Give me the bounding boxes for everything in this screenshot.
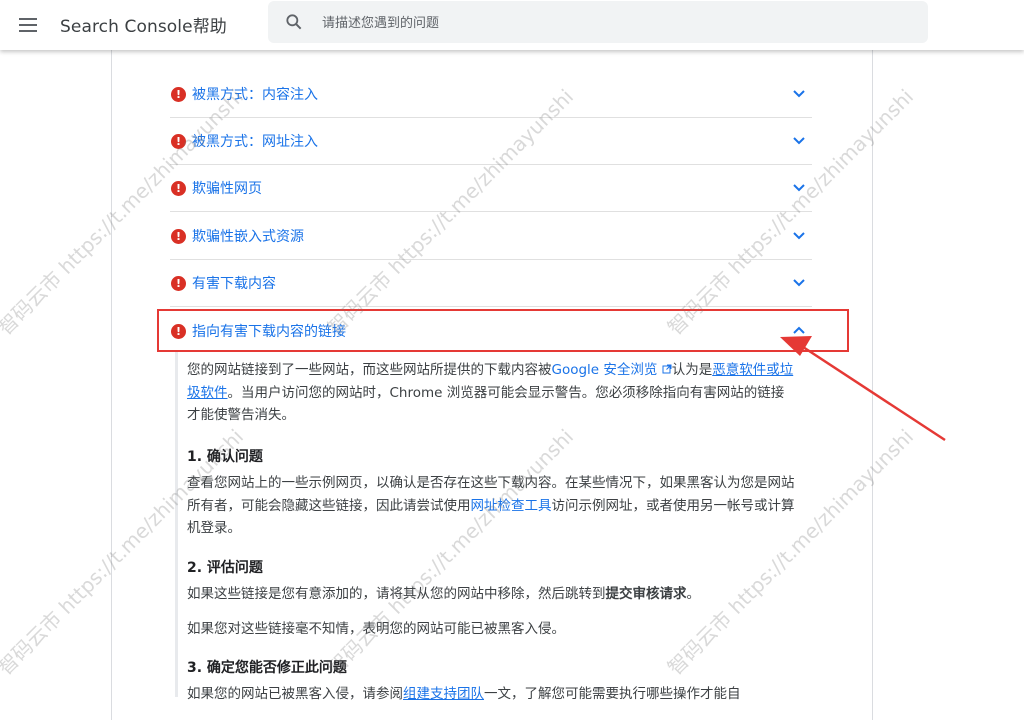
error-icon: ! xyxy=(171,180,186,196)
accordion-item-deceptive-pages[interactable]: ! 欺骗性网页 xyxy=(170,165,812,212)
step2-paragraph: 如果这些链接是您有意添加的，请将其从您的网站中移除，然后跳转到提交审核请求。 xyxy=(187,583,797,606)
submit-review-text: 提交审核请求 xyxy=(605,586,687,602)
top-app-bar: Search Console帮助 xyxy=(0,0,1024,50)
step3-heading: 3. 确定您能否修正此问题 xyxy=(187,660,347,676)
step2-paragraph-2: 如果您对这些链接毫不知情，表明您的网站可能已被黑客入侵。 xyxy=(187,621,565,637)
step2-heading: 2. 评估问题 xyxy=(187,560,263,576)
step2-text: 如果这些链接是您有意添加的，请将其从您的网站中移除，然后跳转到 xyxy=(187,586,606,602)
accordion-item-content-injection[interactable]: ! 被黑方式：内容注入 xyxy=(170,71,812,118)
chevron-down-icon[interactable] xyxy=(792,86,806,100)
error-icon: ! xyxy=(171,228,186,244)
app-title[interactable]: Search Console帮助 xyxy=(60,12,227,37)
accordion-item-deceptive-embedded-resources[interactable]: ! 欺骗性嵌入式资源 xyxy=(170,213,812,260)
chevron-down-icon[interactable] xyxy=(792,180,806,194)
url-inspection-tool-link[interactable]: 网址检查工具 xyxy=(471,498,552,514)
intro-paragraph: 您的网站链接到了一些网站，而这些网站所提供的下载内容被Google 安全浏览 认… xyxy=(187,359,797,427)
expanded-panel-bar xyxy=(175,352,178,697)
accordion-item-label[interactable]: 欺骗性嵌入式资源 xyxy=(192,226,304,246)
chevron-down-icon[interactable] xyxy=(792,133,806,147)
search-icon[interactable] xyxy=(284,12,304,32)
support-team-link[interactable]: 组建支持团队 xyxy=(403,686,484,702)
step3-paragraph: 如果您的网站已被黑客入侵，请参阅组建支持团队一文，了解您可能需要执行哪些操作才能… xyxy=(187,683,797,706)
safe-browsing-link[interactable]: Google 安全浏览 xyxy=(552,362,672,378)
intro-text: 。当用户访问您的网站时，Chrome 浏览器可能会显示警告。您必须移除指向有害网… xyxy=(187,384,785,424)
search-input[interactable] xyxy=(320,1,914,45)
step3-text: 一文，了解您可能需要执行哪些操作才能自 xyxy=(484,686,741,702)
accordion-item-harmful-downloads[interactable]: ! 有害下载内容 xyxy=(170,260,812,307)
accordion-item-label[interactable]: 被黑方式：内容注入 xyxy=(192,84,318,104)
error-icon: ! xyxy=(171,133,186,149)
accordion-item-label[interactable]: 欺骗性网页 xyxy=(192,178,262,198)
accordion-item-label[interactable]: 有害下载内容 xyxy=(192,273,276,293)
step2-text: 。 xyxy=(686,586,701,602)
chevron-down-icon[interactable] xyxy=(792,275,806,289)
error-icon: ! xyxy=(171,275,186,291)
menu-icon[interactable] xyxy=(14,11,42,39)
error-icon: ! xyxy=(171,86,186,102)
accordion-item-label[interactable]: 被黑方式：网址注入 xyxy=(192,131,318,151)
step3-text: 如果您的网站已被黑客入侵，请参阅 xyxy=(187,686,403,702)
highlight-box xyxy=(157,309,849,352)
external-link-icon xyxy=(662,364,672,374)
intro-text: 您的网站链接到了一些网站，而这些网站所提供的下载内容被 xyxy=(187,362,552,378)
chevron-down-icon[interactable] xyxy=(792,228,806,242)
search-bar[interactable] xyxy=(268,1,928,45)
step1-heading: 1. 确认问题 xyxy=(187,449,263,465)
accordion-item-url-injection[interactable]: ! 被黑方式：网址注入 xyxy=(170,118,812,165)
step1-paragraph: 查看您网站上的一些示例网页，以确认是否存在这些下载内容。在某些情况下，如果黑客认… xyxy=(187,472,797,540)
intro-text: 认为是 xyxy=(671,362,713,378)
